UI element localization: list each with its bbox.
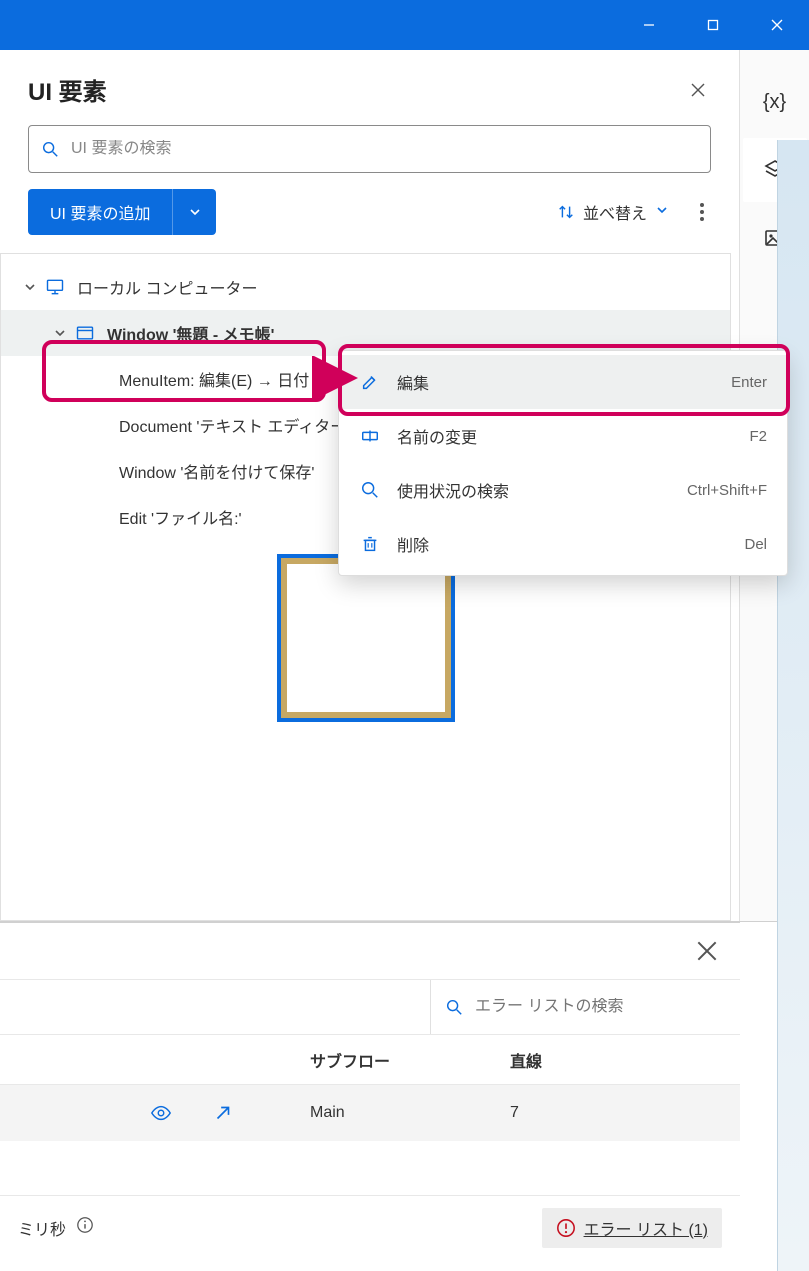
menu-label: 名前の変更 (397, 424, 749, 448)
computer-icon (45, 277, 65, 297)
add-ui-element-button[interactable]: UI 要素の追加 (28, 189, 172, 235)
panel-title: UI 要素 (28, 72, 107, 107)
sort-label: 並べ替え (583, 200, 647, 224)
panel-header: UI 要素 (0, 50, 739, 125)
menu-label: 使用状況の検索 (397, 478, 687, 502)
menu-shortcut: F2 (749, 428, 767, 445)
tree-node-label: Window '名前を付けて保存' (119, 459, 314, 483)
eye-icon (150, 1102, 172, 1124)
minimize-button[interactable] (617, 0, 681, 50)
search-input[interactable] (71, 140, 698, 158)
trash-icon (359, 533, 381, 555)
cell-line: 7 (510, 1104, 660, 1122)
ui-elements-search-box[interactable] (28, 125, 711, 173)
toolbar: UI 要素の追加 並べ替え (0, 189, 739, 253)
menu-shortcut: Del (744, 536, 767, 553)
column-line[interactable]: 直線 (510, 1048, 660, 1072)
cell-subflow: Main (310, 1104, 510, 1122)
window-icon (75, 323, 95, 343)
status-unit-label: ミリ秒 (18, 1216, 66, 1240)
sort-button[interactable]: 並べ替え (557, 200, 669, 224)
titlebar (0, 0, 809, 50)
error-list-search-box[interactable] (430, 980, 740, 1034)
search-icon (359, 479, 381, 501)
right-scroll-strip (777, 140, 809, 1271)
error-table-row[interactable]: Main 7 (0, 1085, 740, 1141)
error-icon (556, 1218, 576, 1238)
sort-icon (557, 203, 575, 221)
more-options-button[interactable] (693, 203, 711, 221)
menu-item-rename[interactable]: 名前の変更 F2 (339, 409, 787, 463)
add-ui-element-caret[interactable] (172, 189, 216, 235)
menu-item-find-usage[interactable]: 使用状況の検索 Ctrl+Shift+F (339, 463, 787, 517)
panel-close-button[interactable] (685, 77, 711, 103)
chevron-down-icon (188, 205, 202, 219)
chevron-down-icon (53, 326, 67, 340)
status-bar: ミリ秒 エラー リスト (1) (0, 1195, 740, 1259)
maximize-button[interactable] (681, 0, 745, 50)
tree-node-local-computer[interactable]: ローカル コンピューター (1, 264, 730, 310)
error-table-header: サブフロー 直線 (0, 1035, 740, 1085)
chevron-down-icon (23, 280, 37, 294)
annotation-arrow (312, 356, 362, 400)
arrow-icon (212, 1102, 234, 1124)
sidebar-tab-variables[interactable]: {x} (743, 70, 807, 134)
tree-node-label: ローカル コンピューター (77, 275, 257, 299)
menu-shortcut: Enter (731, 374, 767, 391)
rename-icon (359, 425, 381, 447)
tree-node-label: Window '無題 - メモ帳' (107, 321, 274, 345)
bottom-panel: サブフロー 直線 Main 7 (0, 922, 740, 1195)
tree-node-label: MenuItem: 編集(E) → 日付と (119, 367, 325, 391)
menu-item-edit[interactable]: 編集 Enter (339, 355, 787, 409)
tree-node-label: Document 'テキスト エディター' (119, 413, 349, 437)
menu-label: 編集 (397, 370, 731, 394)
column-subflow[interactable]: サブフロー (310, 1048, 510, 1072)
chevron-down-icon (655, 203, 669, 222)
info-icon[interactable] (76, 1216, 94, 1239)
search-icon (445, 998, 463, 1016)
search-icon (41, 140, 59, 158)
edit-icon (359, 371, 381, 393)
error-search-input[interactable] (475, 998, 726, 1016)
error-list-status-button[interactable]: エラー リスト (1) (542, 1208, 722, 1248)
window-close-button[interactable] (745, 0, 809, 50)
tree-node-label: Edit 'ファイル名:' (119, 505, 242, 529)
menu-shortcut: Ctrl+Shift+F (687, 482, 767, 499)
error-list-label: エラー リスト (1) (584, 1216, 708, 1240)
variables-icon: {x} (763, 91, 786, 114)
bottom-panel-close-button[interactable] (694, 938, 720, 964)
preview-thumbnail (277, 554, 455, 722)
menu-label: 削除 (397, 532, 744, 556)
context-menu: 編集 Enter 名前の変更 F2 使用状況の検索 Ctrl+Shift+F 削… (338, 350, 788, 576)
menu-item-delete[interactable]: 削除 Del (339, 517, 787, 571)
